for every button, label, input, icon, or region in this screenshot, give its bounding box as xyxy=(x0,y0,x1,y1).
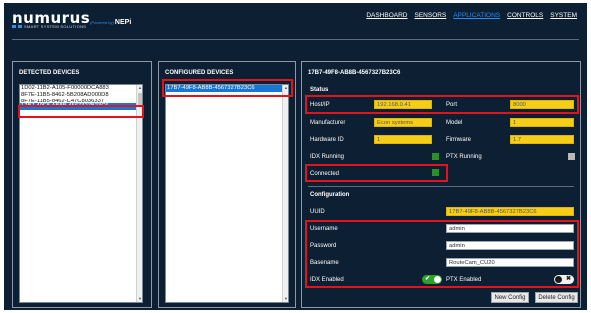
toggle-knob xyxy=(434,276,441,283)
password-label: Password xyxy=(310,243,337,249)
host-field: 192.168.0.41 xyxy=(374,100,432,109)
nav-controls[interactable]: CONTROLS xyxy=(507,12,543,19)
powered-by: (Powered by) NEPi xyxy=(90,19,131,26)
configured-devices-title: CONFIGURED DEVICES xyxy=(165,70,234,76)
idx-enabled-toggle[interactable]: ✔ xyxy=(422,275,442,284)
delete-config-button[interactable]: Delete Config xyxy=(535,292,578,303)
ptx-enabled-toggle[interactable]: ✖ xyxy=(554,275,574,284)
ptx-enabled-label: PTX Enabled xyxy=(446,277,482,283)
section-divider xyxy=(308,186,574,187)
hardware-id-field: 1 xyxy=(374,135,432,144)
configured-devices-panel: CONFIGURED DEVICES 17B7-49F8-AB8B-456732… xyxy=(158,61,296,308)
detected-scrollbar[interactable]: ▲ ▼ xyxy=(136,85,142,302)
scroll-up-icon[interactable]: ▲ xyxy=(283,85,289,91)
powered-by-prefix: (Powered by) xyxy=(90,20,114,25)
brand-tagline-text: SMART SYSTEM SOLUTIONS xyxy=(24,24,87,29)
brand-tagline: SMART SYSTEM SOLUTIONS xyxy=(12,24,86,29)
basename-input[interactable]: RouteCam_CU20 xyxy=(446,258,574,267)
idx-running-indicator xyxy=(432,153,439,160)
device-details-title: 17B7-49F8-AB8B-4567327B23C6 xyxy=(308,70,401,76)
list-item[interactable]: 1D02-11B2-A105-F00000DCA883 xyxy=(20,85,142,92)
scroll-down-icon[interactable]: ▼ xyxy=(137,296,143,302)
list-item-selected[interactable]: 17B7-49F8-AB8B-4567327B23C6 xyxy=(166,85,288,92)
basename-label: Basename xyxy=(310,260,339,266)
manufacturer-field: Econ systems xyxy=(374,118,432,127)
uuid-label: UUID xyxy=(310,209,325,215)
firmware-label: Firmware xyxy=(446,137,471,143)
brand-mark-icon xyxy=(12,25,22,29)
firmware-field: 1.7 xyxy=(510,135,574,144)
username-label: Username xyxy=(310,226,338,232)
configured-scrollbar[interactable]: ▲ ▼ xyxy=(282,85,288,302)
hardware-id-label: Hardware ID xyxy=(310,137,344,143)
scroll-down-icon[interactable]: ▼ xyxy=(283,296,289,302)
list-item[interactable]: 8F7E-11B5-8462-5B208AD000D8 xyxy=(20,92,142,99)
header-divider xyxy=(12,39,579,40)
nav-system[interactable]: SYSTEM xyxy=(550,12,577,19)
model-field: 1 xyxy=(510,118,574,127)
ptx-running-label: PTX Running xyxy=(446,154,482,160)
powered-by-name: NEPi xyxy=(114,19,132,26)
port-label: Port xyxy=(446,102,458,108)
x-icon: ✖ xyxy=(565,276,571,282)
ptx-running-indicator xyxy=(568,153,575,160)
detected-devices-panel: DETECTED DEVICES 1D02-11B2-A105-F00000DC… xyxy=(12,61,152,308)
password-input[interactable]: admin xyxy=(446,241,574,250)
top-nav: DASHBOARD SENSORS APPLICATIONS CONTROLS … xyxy=(366,12,577,19)
nav-dashboard[interactable]: DASHBOARD xyxy=(366,12,407,19)
device-details-panel: 17B7-49F8-AB8B-4567327B23C6 Status Host/… xyxy=(301,61,581,308)
detected-devices-list[interactable]: 1D02-11B2-A105-F00000DCA883 8F7E-11B5-84… xyxy=(19,84,143,303)
toggle-knob xyxy=(555,276,562,283)
connected-indicator xyxy=(432,169,439,176)
scroll-thumb[interactable] xyxy=(138,93,142,107)
check-icon: ✔ xyxy=(425,276,431,282)
uuid-field: 17B7-49F8-AB8B-4567327B23C6 xyxy=(446,207,574,216)
detected-devices-title: DETECTED DEVICES xyxy=(19,70,80,76)
configured-devices-list[interactable]: 17B7-49F8-AB8B-4567327B23C6 ▲ ▼ xyxy=(165,84,289,303)
scroll-up-icon[interactable]: ▲ xyxy=(137,85,143,91)
nav-applications[interactable]: APPLICATIONS xyxy=(453,12,500,19)
app-window: numurus SMART SYSTEM SOLUTIONS (Powered … xyxy=(4,3,587,310)
new-config-button[interactable]: New Config xyxy=(491,292,529,303)
list-item-selected[interactable]: 17B7-49F8-AB8B-4567327B23C6 xyxy=(20,103,142,110)
host-label: Host/IP xyxy=(310,102,330,108)
idx-enabled-label: IDX Enabled xyxy=(310,277,344,283)
manufacturer-label: Manufacturer xyxy=(310,120,346,126)
connected-label: Connected xyxy=(310,171,340,177)
configuration-heading: Configuration xyxy=(310,192,350,198)
username-input[interactable]: admin xyxy=(446,224,574,233)
nav-sensors[interactable]: SENSORS xyxy=(415,12,447,19)
port-field: 8000 xyxy=(510,100,574,109)
status-heading: Status xyxy=(310,87,329,93)
idx-running-label: IDX Running xyxy=(310,154,345,160)
model-label: Model xyxy=(446,120,463,126)
